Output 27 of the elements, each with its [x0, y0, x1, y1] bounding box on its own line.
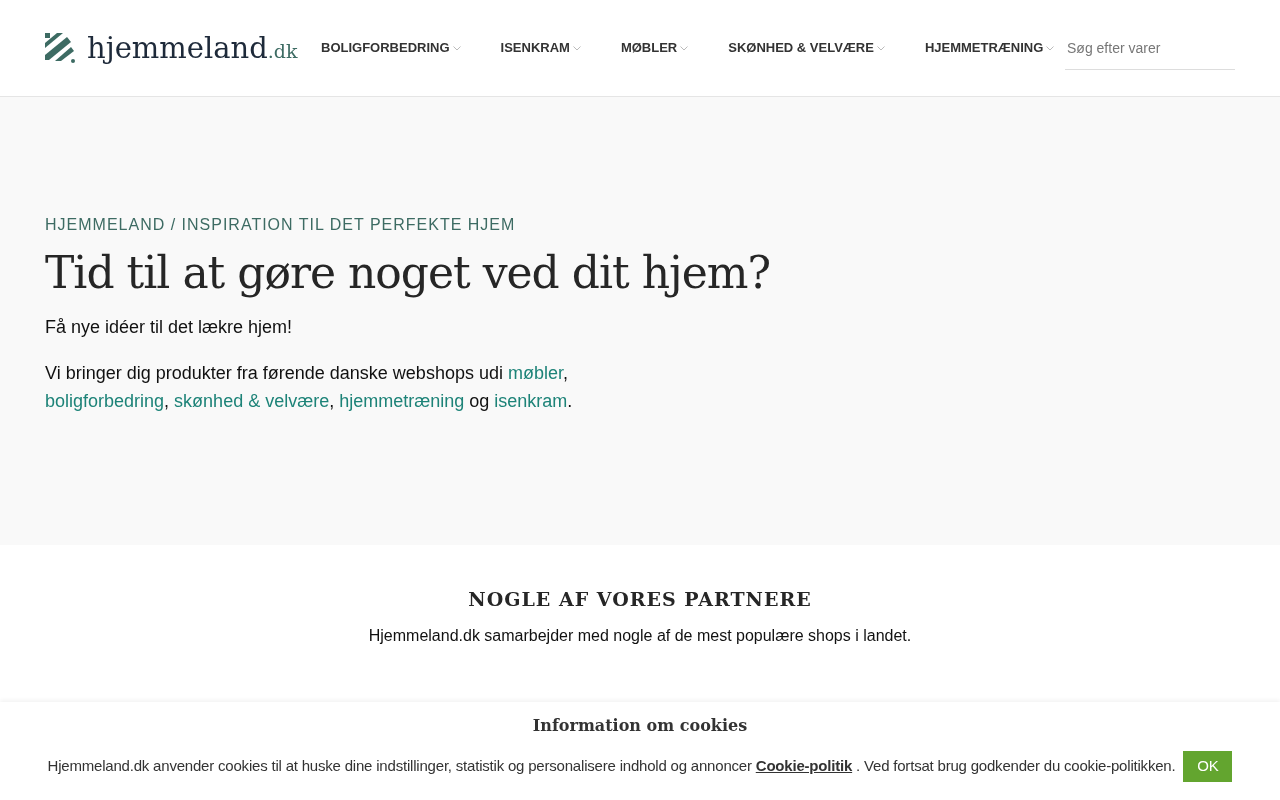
nav-menu-item[interactable]: ISENKRAM	[500, 38, 581, 58]
chevron-down-icon	[452, 45, 461, 51]
nav-menu-item[interactable]: MØBLER	[620, 38, 689, 58]
category-link[interactable]: hjemmetræning	[339, 390, 465, 411]
chevron-down-icon	[876, 45, 885, 51]
category-link[interactable]: skønhed & velvære	[174, 390, 330, 411]
logo-text[interactable]: hjemmeland.dk	[87, 33, 298, 63]
chevron-down-icon	[1046, 45, 1055, 51]
breadcrumb: HJEMMELAND / INSPIRATION TIL DET PERFEKTE HJEM	[45, 215, 517, 235]
nav-menu-item[interactable]: SKØNHED & VELVÆRE	[728, 38, 885, 58]
nav-menu-item[interactable]: HJEMMETRÆNING	[924, 38, 1055, 58]
hero-paragraph: Vi bringer dig produkter fra førende danske webshops udi møbler, boligforbedring, skønhed & velvære, hjemmetræning og isenkram.	[45, 361, 574, 413]
nav-menu-item[interactable]: BOLIGFORBEDRING	[321, 38, 461, 58]
search-field[interactable]: Søg efter varer	[1065, 26, 1235, 70]
partners-heading: NOGLE AF VORES PARTNERE	[468, 587, 812, 612]
cookie-text: Hjemmeland.dk anvender cookies til at huske dine indstillinger, statistik og personalisere indhold og annoncer Cookie-politik . Ved fortsat brug godkender du cookie-politikken.	[47, 756, 1176, 777]
chevron-down-icon	[572, 45, 581, 51]
category-link[interactable]: boligforbedring	[45, 390, 165, 411]
category-link[interactable]: isenkram	[494, 390, 568, 411]
hero-title: Tid til at gøre noget ved dit hjem?	[45, 247, 771, 300]
cookie-policy-link[interactable]: Cookie-politik	[755, 757, 853, 775]
cookie-title: Information om cookies	[532, 715, 748, 737]
category-link[interactable]: møbler	[507, 362, 563, 383]
partners-text: Hjemmeland.dk samarbejder med nogle af de mest populære shops i landet.	[368, 625, 912, 646]
hero-subtitle: Få nye idéer til det lækre hjem!	[45, 315, 294, 339]
logo-icon	[45, 33, 75, 63]
chevron-down-icon	[680, 45, 689, 51]
